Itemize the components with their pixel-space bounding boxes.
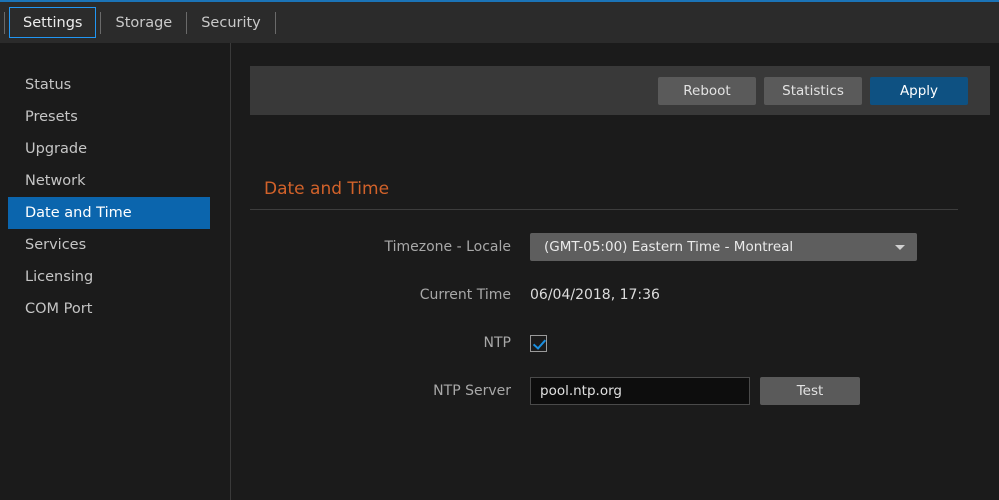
section-divider: [250, 209, 958, 210]
tab-security[interactable]: Security: [187, 7, 275, 38]
tab-bar: Settings Storage Security: [0, 2, 999, 43]
tab-security-label: Security: [201, 15, 261, 31]
sidebar-item-label: COM Port: [25, 301, 92, 317]
action-toolbar: Reboot Statistics Apply: [250, 66, 990, 115]
current-time-row: Current Time 06/04/2018, 17:36: [232, 271, 999, 319]
page-title: Date and Time: [264, 179, 389, 199]
sidebar-item-label: Upgrade: [25, 141, 87, 157]
sidebar-item-presets[interactable]: Presets: [8, 101, 210, 133]
sidebar-item-com-port[interactable]: COM Port: [8, 293, 210, 325]
sidebar-item-status[interactable]: Status: [8, 69, 210, 101]
tab-settings-label: Settings: [23, 15, 82, 31]
ntp-checkbox[interactable]: [530, 335, 547, 352]
ntp-server-label: NTP Server: [232, 383, 530, 399]
sidebar-item-label: Date and Time: [25, 205, 132, 221]
sidebar-item-label: Licensing: [25, 269, 93, 285]
chevron-down-icon: [895, 245, 905, 250]
sidebar-item-date-and-time[interactable]: Date and Time: [8, 197, 210, 229]
tab-storage-label: Storage: [115, 15, 172, 31]
sidebar-item-label: Services: [25, 237, 86, 253]
tab-separator: [4, 12, 5, 34]
sidebar: Status Presets Upgrade Network Date and …: [0, 43, 231, 500]
main-content: Reboot Statistics Apply Date and Time Ti…: [232, 43, 999, 500]
current-time-label: Current Time: [232, 287, 530, 303]
reboot-button[interactable]: Reboot: [658, 77, 756, 105]
ntp-label: NTP: [232, 335, 530, 351]
apply-button[interactable]: Apply: [870, 77, 968, 105]
test-button[interactable]: Test: [760, 377, 860, 405]
sidebar-item-label: Status: [25, 77, 71, 93]
current-time-value: 06/04/2018, 17:36: [530, 287, 660, 303]
ntp-row: NTP: [232, 319, 999, 367]
timezone-row: Timezone - Locale (GMT-05:00) Eastern Ti…: [232, 223, 999, 271]
timezone-select-value: (GMT-05:00) Eastern Time - Montreal: [544, 239, 793, 255]
sidebar-item-upgrade[interactable]: Upgrade: [8, 133, 210, 165]
tab-separator: [275, 12, 276, 34]
ntp-server-input[interactable]: [530, 377, 750, 405]
sidebar-item-label: Network: [25, 173, 86, 189]
sidebar-item-licensing[interactable]: Licensing: [8, 261, 210, 293]
timezone-select[interactable]: (GMT-05:00) Eastern Time - Montreal: [530, 233, 917, 261]
date-time-form: Timezone - Locale (GMT-05:00) Eastern Ti…: [232, 223, 999, 415]
tab-settings[interactable]: Settings: [9, 7, 96, 38]
tab-storage[interactable]: Storage: [101, 7, 186, 38]
sidebar-item-label: Presets: [25, 109, 78, 125]
statistics-button[interactable]: Statistics: [764, 77, 862, 105]
sidebar-item-services[interactable]: Services: [8, 229, 210, 261]
sidebar-item-network[interactable]: Network: [8, 165, 210, 197]
timezone-label: Timezone - Locale: [232, 239, 530, 255]
ntp-server-row: NTP Server Test: [232, 367, 999, 415]
